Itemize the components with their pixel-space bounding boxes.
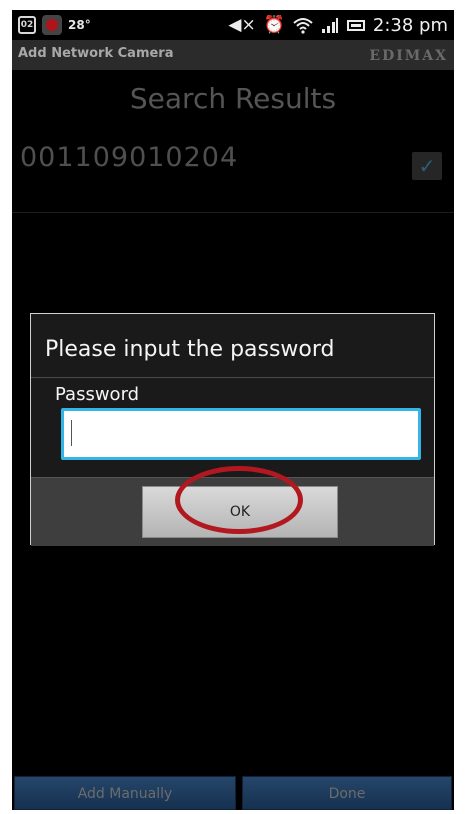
dialog-divider — [31, 377, 434, 378]
status-right: ◀× ⏰ 2:38 pm — [228, 13, 448, 37]
text-caret — [71, 420, 72, 446]
ok-button[interactable]: OK — [142, 486, 338, 538]
signal-icon — [321, 18, 338, 33]
weather-app-icon — [42, 15, 62, 35]
list-item[interactable]: 001109010204 ✓ — [12, 132, 454, 213]
camera-id: 001109010204 — [20, 142, 239, 173]
calendar-icon: 02 — [18, 16, 36, 34]
dialog-title: Please input the password — [45, 337, 335, 362]
dialog-button-bar: OK — [31, 477, 434, 546]
temperature: 28° — [68, 18, 91, 32]
status-bar: 02 28° ◀× ⏰ 2:38 pm — [12, 10, 454, 40]
battery-icon — [346, 19, 365, 31]
select-checkbox[interactable]: ✓ — [412, 152, 442, 180]
status-left: 02 28° — [18, 14, 91, 36]
brand-logo: EDIMAX — [369, 48, 448, 64]
password-field[interactable] — [61, 408, 421, 460]
clock-time: 2:38 pm — [372, 14, 448, 36]
bottom-action-bar: Add Manually Done — [12, 776, 454, 810]
add-manually-button[interactable]: Add Manually — [14, 776, 236, 810]
phone-screen: 02 28° ◀× ⏰ 2:38 pm Add Network Camera E… — [12, 10, 454, 810]
app-title-bar: Add Network Camera EDIMAX — [12, 40, 454, 70]
mute-icon: ◀× — [228, 15, 256, 35]
checkmark-icon: ✓ — [418, 154, 436, 178]
app-title: Add Network Camera — [18, 46, 174, 61]
alarm-icon: ⏰ — [263, 15, 285, 35]
page-title: Search Results — [129, 82, 337, 115]
wifi-icon — [293, 18, 313, 34]
password-dialog: Please input the password Password OK — [30, 313, 435, 546]
done-button[interactable]: Done — [242, 776, 452, 810]
password-label: Password — [55, 384, 140, 405]
